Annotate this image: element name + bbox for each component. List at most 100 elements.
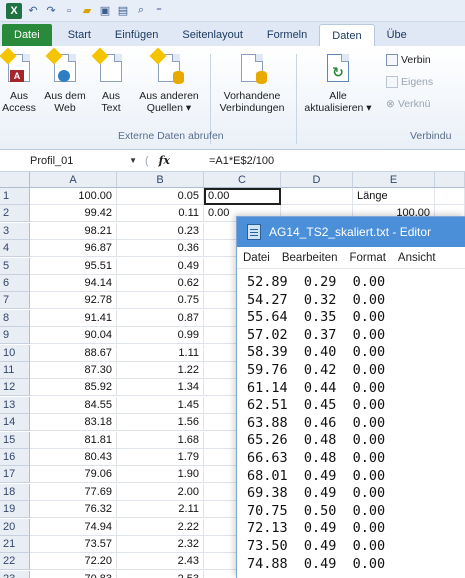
- table-cell[interactable]: 70.83: [30, 570, 117, 578]
- table-cell[interactable]: 0.11: [117, 205, 204, 223]
- row-header[interactable]: 6: [0, 275, 30, 292]
- tab-page-layout[interactable]: Seitenlayout: [170, 24, 255, 46]
- table-cell[interactable]: [435, 188, 465, 205]
- table-cell[interactable]: [281, 188, 353, 205]
- table-cell[interactable]: 81.81: [30, 431, 117, 449]
- row-header[interactable]: 13: [0, 396, 30, 414]
- table-cell[interactable]: 0.99: [117, 327, 204, 345]
- notepad-title-bar[interactable]: AG14_TS2_skaliert.txt - Editor: [237, 217, 465, 247]
- excel-icon[interactable]: X: [6, 2, 22, 19]
- table-cell[interactable]: 95.51: [30, 257, 117, 275]
- row-header[interactable]: 12: [0, 379, 30, 397]
- row-header[interactable]: 14: [0, 414, 30, 432]
- table-cell[interactable]: 2.43: [117, 553, 204, 571]
- table-cell[interactable]: 1.22: [117, 362, 204, 379]
- column-header[interactable]: C: [204, 172, 281, 188]
- save-icon[interactable]: ▣: [98, 4, 112, 18]
- table-cell[interactable]: 0.36: [117, 240, 204, 258]
- row-header[interactable]: 18: [0, 483, 30, 501]
- row-header[interactable]: 23: [0, 570, 30, 578]
- table-cell[interactable]: 85.92: [30, 379, 117, 397]
- notepad-window[interactable]: AG14_TS2_skaliert.txt - Editor Datei Bea…: [236, 216, 465, 578]
- notepad-text-area[interactable]: 52.89 0.29 0.00 54.27 0.32 0.00 55.64 0.35…: [237, 269, 465, 573]
- table-cell[interactable]: 2.53: [117, 570, 204, 578]
- connections-button[interactable]: Verbin: [386, 54, 431, 66]
- table-cell[interactable]: 77.69: [30, 483, 117, 501]
- table-cell[interactable]: 0.00: [204, 188, 281, 205]
- row-header[interactable]: 16: [0, 449, 30, 466]
- table-cell[interactable]: 98.21: [30, 222, 117, 240]
- table-cell[interactable]: 94.14: [30, 275, 117, 292]
- row-header[interactable]: 1: [0, 188, 30, 205]
- row-header[interactable]: 21: [0, 536, 30, 553]
- row-header[interactable]: 8: [0, 309, 30, 327]
- row-header[interactable]: 17: [0, 466, 30, 484]
- edit-links-button[interactable]: ⊗ Verknü: [386, 98, 431, 110]
- column-header[interactable]: B: [117, 172, 204, 188]
- select-all-corner[interactable]: [0, 172, 30, 188]
- tab-file[interactable]: Datei: [2, 24, 52, 46]
- formula-cancel-icon[interactable]: (: [145, 155, 149, 167]
- chevron-down-icon[interactable]: ▼: [129, 156, 137, 165]
- customize-dropdown-icon[interactable]: ⁼: [152, 4, 166, 18]
- table-cell[interactable]: 1.56: [117, 414, 204, 432]
- new-file-icon[interactable]: ▫: [62, 4, 76, 18]
- insert-function-icon[interactable]: fx: [159, 154, 170, 167]
- table-cell[interactable]: 0.75: [117, 292, 204, 310]
- table-cell[interactable]: 76.32: [30, 501, 117, 519]
- formula-input[interactable]: =A1*E$2/100: [209, 155, 274, 167]
- from-web-button[interactable]: Aus dem Web: [42, 47, 88, 114]
- table-cell[interactable]: 91.41: [30, 309, 117, 327]
- table-cell[interactable]: 1.79: [117, 449, 204, 466]
- tab-formulas[interactable]: Formeln: [255, 24, 319, 46]
- table-cell[interactable]: 87.30: [30, 362, 117, 379]
- table-cell[interactable]: 99.42: [30, 205, 117, 223]
- column-header[interactable]: E: [353, 172, 435, 188]
- table-cell[interactable]: 96.87: [30, 240, 117, 258]
- table-cell[interactable]: 1.11: [117, 344, 204, 362]
- row-header[interactable]: 20: [0, 518, 30, 536]
- row-header[interactable]: 22: [0, 553, 30, 571]
- table-cell[interactable]: 0.49: [117, 257, 204, 275]
- row-header[interactable]: 5: [0, 257, 30, 275]
- open-folder-icon[interactable]: ▰: [80, 4, 94, 18]
- row-header[interactable]: 19: [0, 501, 30, 519]
- column-header[interactable]: [435, 172, 465, 188]
- refresh-all-button[interactable]: ↻ Alle aktualisieren ▾: [300, 52, 376, 114]
- table-cell[interactable]: 1.34: [117, 379, 204, 397]
- table-cell[interactable]: 100.00: [30, 188, 117, 205]
- from-other-sources-button[interactable]: Aus anderen Quellen ▾: [134, 47, 204, 114]
- row-header[interactable]: 3: [0, 222, 30, 240]
- table-cell[interactable]: 72.20: [30, 553, 117, 571]
- from-access-button[interactable]: A Aus Access: [0, 47, 36, 114]
- table-cell[interactable]: 90.04: [30, 327, 117, 345]
- table-cell[interactable]: 84.55: [30, 396, 117, 414]
- table-cell[interactable]: 2.11: [117, 501, 204, 519]
- from-text-button[interactable]: Aus Text: [91, 47, 126, 114]
- table-cell[interactable]: 0.62: [117, 275, 204, 292]
- table-cell[interactable]: 1.45: [117, 396, 204, 414]
- row-header[interactable]: 9: [0, 327, 30, 345]
- table-cell[interactable]: 0.23: [117, 222, 204, 240]
- table-cell[interactable]: 1.68: [117, 431, 204, 449]
- undo-icon[interactable]: ↶: [26, 4, 40, 18]
- table-cell[interactable]: 1.90: [117, 466, 204, 484]
- column-header[interactable]: A: [30, 172, 117, 188]
- existing-connections-button[interactable]: Vorhandene Verbindungen: [214, 52, 290, 114]
- table-cell[interactable]: 0.87: [117, 309, 204, 327]
- name-box[interactable]: Profil_01 ▼: [30, 152, 145, 170]
- table-cell[interactable]: 74.94: [30, 518, 117, 536]
- table-cell[interactable]: 2.00: [117, 483, 204, 501]
- column-header[interactable]: D: [281, 172, 353, 188]
- table-cell[interactable]: 0.05: [117, 188, 204, 205]
- table-cell[interactable]: 2.22: [117, 518, 204, 536]
- print-preview-icon[interactable]: ⌕: [134, 4, 148, 18]
- table-cell[interactable]: 79.06: [30, 466, 117, 484]
- redo-icon[interactable]: ↷: [44, 4, 58, 18]
- menu-edit[interactable]: Bearbeiten: [282, 252, 338, 264]
- table-cell[interactable]: 73.57: [30, 536, 117, 553]
- tab-start[interactable]: Start: [56, 24, 103, 46]
- row-header[interactable]: 11: [0, 362, 30, 379]
- row-header[interactable]: 7: [0, 292, 30, 310]
- preview-icon[interactable]: ▤: [116, 4, 130, 18]
